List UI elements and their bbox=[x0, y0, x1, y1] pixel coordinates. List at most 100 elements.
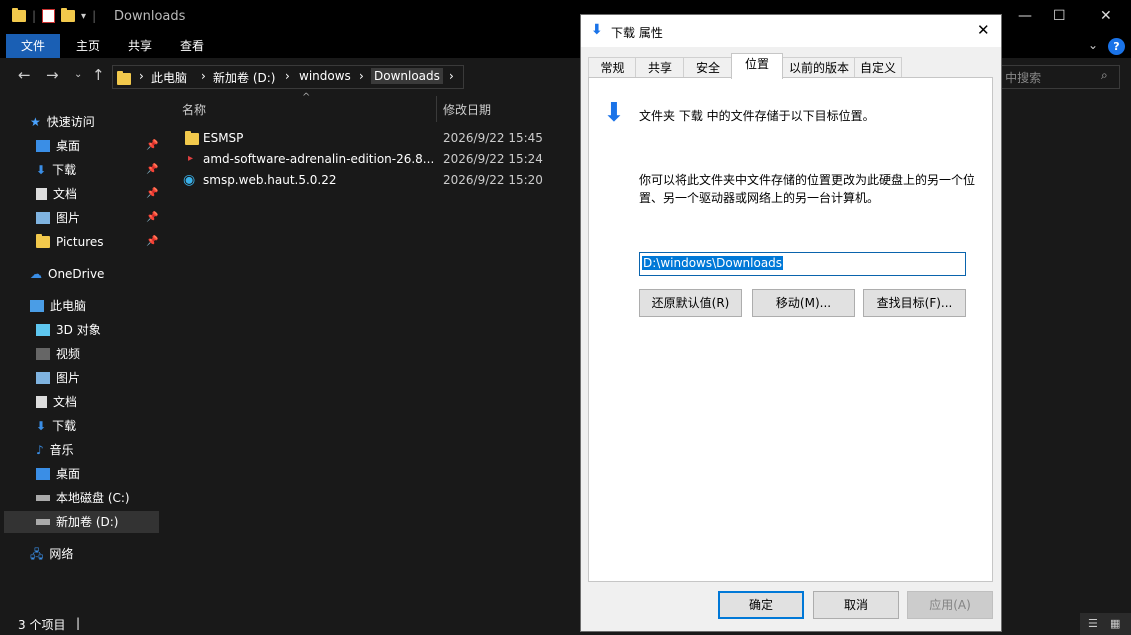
tab-customize[interactable]: 自定义 bbox=[854, 57, 902, 78]
nav-this-pc[interactable]: 此电脑 bbox=[30, 295, 86, 317]
download-arrow-icon: ⬇ bbox=[36, 163, 47, 177]
download-arrow-icon: ⬇ bbox=[36, 419, 47, 433]
nav-desktop[interactable]: 桌面 bbox=[36, 463, 80, 485]
breadcrumb-separator-icon[interactable]: › bbox=[285, 69, 290, 83]
list-item[interactable]: ◉ smsp.web.haut.5.0.22 2026/9/22 15:20 bbox=[180, 170, 580, 190]
close-icon[interactable]: ✕ bbox=[1100, 8, 1112, 24]
breadcrumb-separator-icon[interactable]: › bbox=[201, 69, 206, 83]
large-icons-view-icon[interactable]: ▦ bbox=[1110, 617, 1120, 630]
breadcrumb-drive-d[interactable]: 新加卷 (D:) bbox=[213, 69, 275, 86]
nav-quick-documents[interactable]: 文档 bbox=[36, 183, 77, 205]
recent-locations-icon[interactable]: ⌄ bbox=[74, 69, 82, 80]
column-date[interactable]: 修改日期 bbox=[443, 101, 491, 118]
nav-onedrive[interactable]: ☁ OneDrive bbox=[30, 263, 104, 285]
edge-icon: ◉ bbox=[183, 172, 196, 188]
tab-view[interactable]: 查看 bbox=[170, 34, 214, 58]
find-target-button[interactable]: 查找目标(F)... bbox=[863, 289, 966, 317]
address-bar[interactable]: › 此电脑 › 新加卷 (D:) › windows › Downloads › bbox=[112, 65, 464, 89]
pin-icon[interactable]: 📌 bbox=[146, 212, 158, 223]
move-button[interactable]: 移动(M)... bbox=[752, 289, 855, 317]
download-arrow-icon: ⬇ bbox=[603, 98, 625, 128]
ok-button[interactable]: 确定 bbox=[718, 591, 804, 619]
pictures-icon bbox=[36, 212, 50, 224]
nav-drive-c[interactable]: 本地磁盘 (C:) bbox=[36, 487, 130, 509]
details-view-icon[interactable]: ☰ bbox=[1088, 617, 1098, 630]
up-icon[interactable]: ↑ bbox=[92, 66, 105, 84]
tab-previous-versions[interactable]: 以前的版本 bbox=[782, 57, 856, 78]
cancel-button[interactable]: 取消 bbox=[813, 591, 899, 619]
nav-quick-pictures-folder[interactable]: Pictures bbox=[36, 231, 104, 253]
nav-pictures[interactable]: 图片 bbox=[36, 367, 80, 389]
apply-button[interactable]: 应用(A) bbox=[907, 591, 993, 619]
pin-icon[interactable]: 📌 bbox=[146, 188, 158, 199]
nav-drive-d[interactable]: 新加卷 (D:) bbox=[36, 511, 118, 533]
nav-3d-objects[interactable]: 3D 对象 bbox=[36, 319, 101, 341]
desktop-icon bbox=[36, 140, 50, 152]
folder-icon bbox=[36, 234, 50, 248]
maximize-icon[interactable]: ☐ bbox=[1053, 8, 1066, 24]
breadcrumb-separator-icon[interactable]: › bbox=[139, 69, 144, 83]
properties-icon[interactable] bbox=[42, 9, 56, 23]
nav-network[interactable]: 🖧 网络 bbox=[30, 543, 73, 565]
desktop-icon bbox=[36, 468, 50, 480]
nav-downloads[interactable]: ⬇ 下载 bbox=[36, 415, 76, 437]
video-icon bbox=[36, 348, 50, 360]
item-count: 3 个项目 bbox=[18, 618, 66, 632]
column-header: ^ 名称 修改日期 bbox=[172, 92, 580, 122]
pin-icon[interactable]: 📌 bbox=[146, 164, 158, 175]
folder-icon bbox=[185, 131, 199, 145]
column-name[interactable]: 名称 bbox=[182, 101, 206, 118]
breadcrumb-downloads[interactable]: Downloads bbox=[371, 68, 443, 84]
tab-security[interactable]: 安全 bbox=[683, 57, 733, 78]
nav-quick-pictures[interactable]: 图片 bbox=[36, 207, 80, 229]
drive-icon bbox=[36, 519, 50, 525]
list-item[interactable]: ESMSP 2026/9/22 15:45 bbox=[180, 128, 580, 148]
computer-icon bbox=[30, 300, 44, 312]
folder-icon[interactable] bbox=[12, 8, 26, 22]
nav-quick-desktop[interactable]: 桌面 bbox=[36, 135, 80, 157]
pin-icon[interactable]: 📌 bbox=[146, 140, 158, 151]
column-divider[interactable] bbox=[436, 96, 437, 122]
nav-videos[interactable]: 视频 bbox=[36, 343, 80, 365]
minimize-icon[interactable]: — bbox=[1018, 8, 1032, 24]
new-folder-icon[interactable] bbox=[61, 8, 76, 22]
quick-access-toolbar: | ▾ | bbox=[12, 8, 96, 23]
tab-sharing[interactable]: 共享 bbox=[635, 57, 685, 78]
properties-dialog: ⬇ 下载 属性 ✕ 常规 共享 安全 位置 以前的版本 自定义 ⬇ 文件夹 下载… bbox=[580, 14, 1002, 632]
nav-quick-access[interactable]: ★ 快速访问 bbox=[30, 111, 95, 133]
search-icon: ⌕ bbox=[1101, 68, 1108, 82]
cube-icon bbox=[36, 324, 50, 336]
help-icon[interactable]: ? bbox=[1108, 38, 1125, 55]
search-input[interactable]: s 中搜索 ⌕ bbox=[990, 65, 1120, 89]
customize-qat-icon[interactable]: ▾ bbox=[81, 11, 86, 22]
file-date: 2026/9/22 15:20 bbox=[443, 173, 543, 187]
breadcrumb-separator-icon[interactable]: › bbox=[359, 69, 364, 83]
location-path-input[interactable]: D:\windows\Downloads bbox=[639, 252, 966, 276]
ribbon-expand-icon[interactable]: ⌄ bbox=[1088, 38, 1098, 52]
forward-icon[interactable]: → bbox=[46, 66, 59, 84]
tab-home[interactable]: 主页 bbox=[66, 34, 110, 58]
breadcrumb-this-pc[interactable]: 此电脑 bbox=[151, 69, 187, 86]
tab-share[interactable]: 共享 bbox=[118, 34, 162, 58]
list-item[interactable]: ▸ amd-software-adrenalin-edition-26.8...… bbox=[180, 149, 580, 169]
nav-music[interactable]: ♪ 音乐 bbox=[36, 439, 74, 461]
tab-general[interactable]: 常规 bbox=[588, 57, 637, 78]
close-icon[interactable]: ✕ bbox=[977, 21, 990, 39]
nav-documents[interactable]: 文档 bbox=[36, 391, 77, 413]
drive-icon bbox=[36, 495, 50, 501]
breadcrumb-windows[interactable]: windows bbox=[299, 69, 351, 83]
pin-icon[interactable]: 📌 bbox=[146, 236, 158, 247]
folder-icon bbox=[117, 71, 131, 85]
file-date: 2026/9/22 15:45 bbox=[443, 131, 543, 145]
restore-default-button[interactable]: 还原默认值(R) bbox=[639, 289, 742, 317]
download-arrow-icon: ⬇ bbox=[591, 22, 603, 38]
back-icon[interactable]: ← bbox=[18, 66, 31, 84]
file-name: smsp.web.haut.5.0.22 bbox=[203, 173, 337, 187]
breadcrumb-separator-icon[interactable]: › bbox=[449, 69, 454, 83]
explorer-content-edge bbox=[1000, 90, 1131, 613]
file-date: 2026/9/22 15:24 bbox=[443, 152, 543, 166]
nav-quick-downloads[interactable]: ⬇ 下载 bbox=[36, 159, 76, 181]
tab-file[interactable]: 文件 bbox=[6, 34, 60, 58]
tab-location[interactable]: 位置 bbox=[731, 53, 783, 79]
view-toggle-buttons[interactable]: ☰ ▦ bbox=[1080, 613, 1131, 635]
